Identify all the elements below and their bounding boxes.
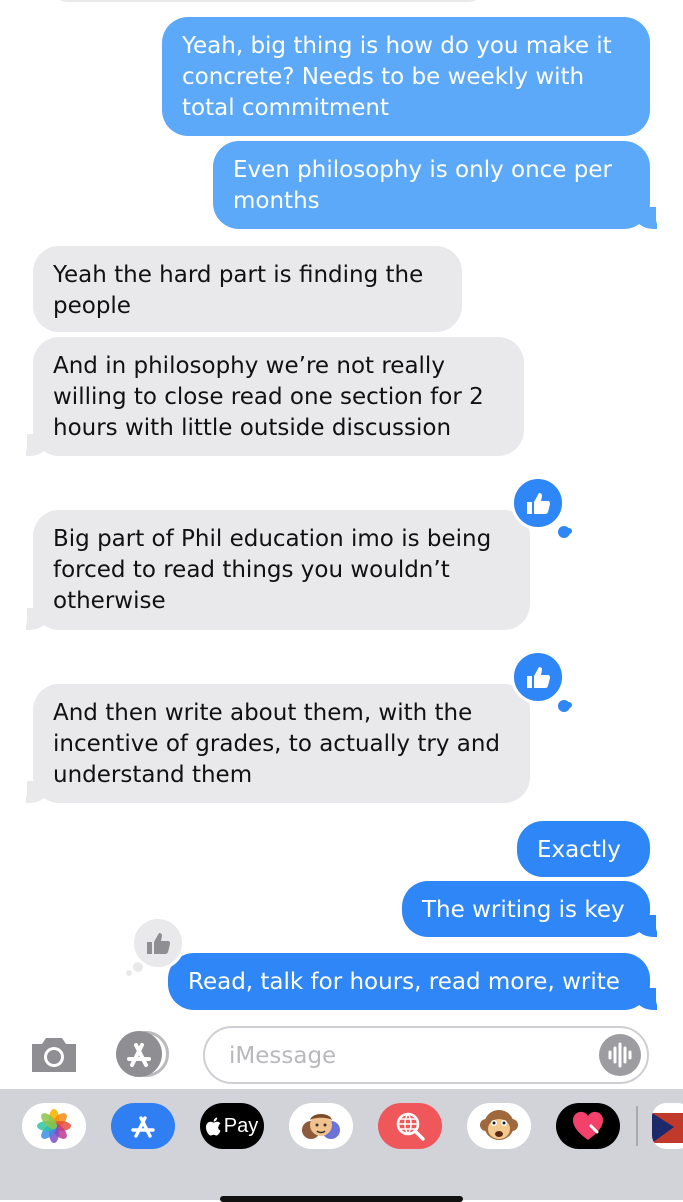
drawer-divider: [636, 1106, 638, 1146]
apple-logo-icon: [205, 1117, 221, 1135]
message-bubble-sent[interactable]: The writing is key: [402, 881, 672, 939]
memoji-stickers-app-button[interactable]: [289, 1103, 353, 1149]
partial-app-icon: [652, 1113, 683, 1143]
camera-button[interactable]: [28, 1034, 80, 1074]
photos-icon: [37, 1109, 71, 1143]
tapback-dot: [133, 962, 143, 972]
message-text: Even philosophy is only once per months: [233, 157, 612, 214]
thumbs-up-tapback-icon[interactable]: [511, 650, 565, 704]
message-text: Big part of Phil education imo is being …: [53, 526, 492, 614]
photos-app-button[interactable]: [22, 1103, 86, 1149]
home-indicator: [220, 1196, 463, 1202]
app-store-app-button[interactable]: [111, 1103, 175, 1149]
tapback-dot: [566, 528, 572, 534]
app-store-button[interactable]: [116, 1031, 172, 1077]
message-text: Read, talk for hours, read more, write: [188, 969, 620, 995]
message-text: Yeah the hard part is finding the people: [53, 262, 424, 319]
monkey-icon: [480, 1110, 518, 1140]
audio-record-button[interactable]: [599, 1034, 641, 1076]
message-composer[interactable]: [203, 1026, 649, 1084]
message-bubble-received[interactable]: And then write about them, with the ince…: [11, 684, 530, 805]
camera-icon: [32, 1038, 76, 1072]
apple-pay-label: Pay: [223, 1114, 259, 1137]
message-bubble-sent[interactable]: Yeah, big thing is how do you make it co…: [162, 17, 650, 136]
memoji-icon: [302, 1114, 340, 1139]
animoji-monkey-app-button[interactable]: [467, 1103, 531, 1149]
message-input[interactable]: [227, 1038, 591, 1074]
message-text: And in philosophy we’re not really willi…: [53, 353, 484, 441]
message-bubble-received[interactable]: Big part of Phil education imo is being …: [11, 510, 530, 632]
tapback-dot: [566, 702, 572, 708]
message-bubble-sent[interactable]: Read, talk for hours, read more, write: [168, 953, 672, 1012]
app-store-icon: [131, 1116, 155, 1138]
waveform-icon: [608, 1042, 632, 1068]
tapback-dot: [126, 970, 132, 976]
globe-search-icon: [396, 1112, 425, 1141]
partial-app-button[interactable]: [652, 1103, 683, 1149]
message-bubble-sent[interactable]: Even philosophy is only once per months: [213, 141, 672, 231]
message-bubble-received[interactable]: Yeah the hard part is finding the people: [33, 246, 462, 332]
message-text: Yeah, big thing is how do you make it co…: [182, 33, 612, 121]
search-images-app-button[interactable]: [378, 1103, 442, 1149]
message-bubble-received[interactable]: And in philosophy we’re not really willi…: [11, 337, 524, 458]
heart-icon: [572, 1111, 604, 1140]
thumbs-up-tapback-icon[interactable]: [511, 476, 565, 530]
app-store-icon: [127, 1043, 151, 1067]
digital-touch-app-button[interactable]: [556, 1103, 620, 1149]
message-text: Exactly: [537, 837, 621, 863]
message-text: The writing is key: [422, 897, 625, 923]
message-text: And then write about them, with the ince…: [53, 700, 501, 788]
cutoff-bubble: [48, 0, 488, 2]
message-bubble-sent[interactable]: Exactly: [517, 821, 650, 877]
apple-pay-app-button[interactable]: Pay: [200, 1103, 264, 1149]
